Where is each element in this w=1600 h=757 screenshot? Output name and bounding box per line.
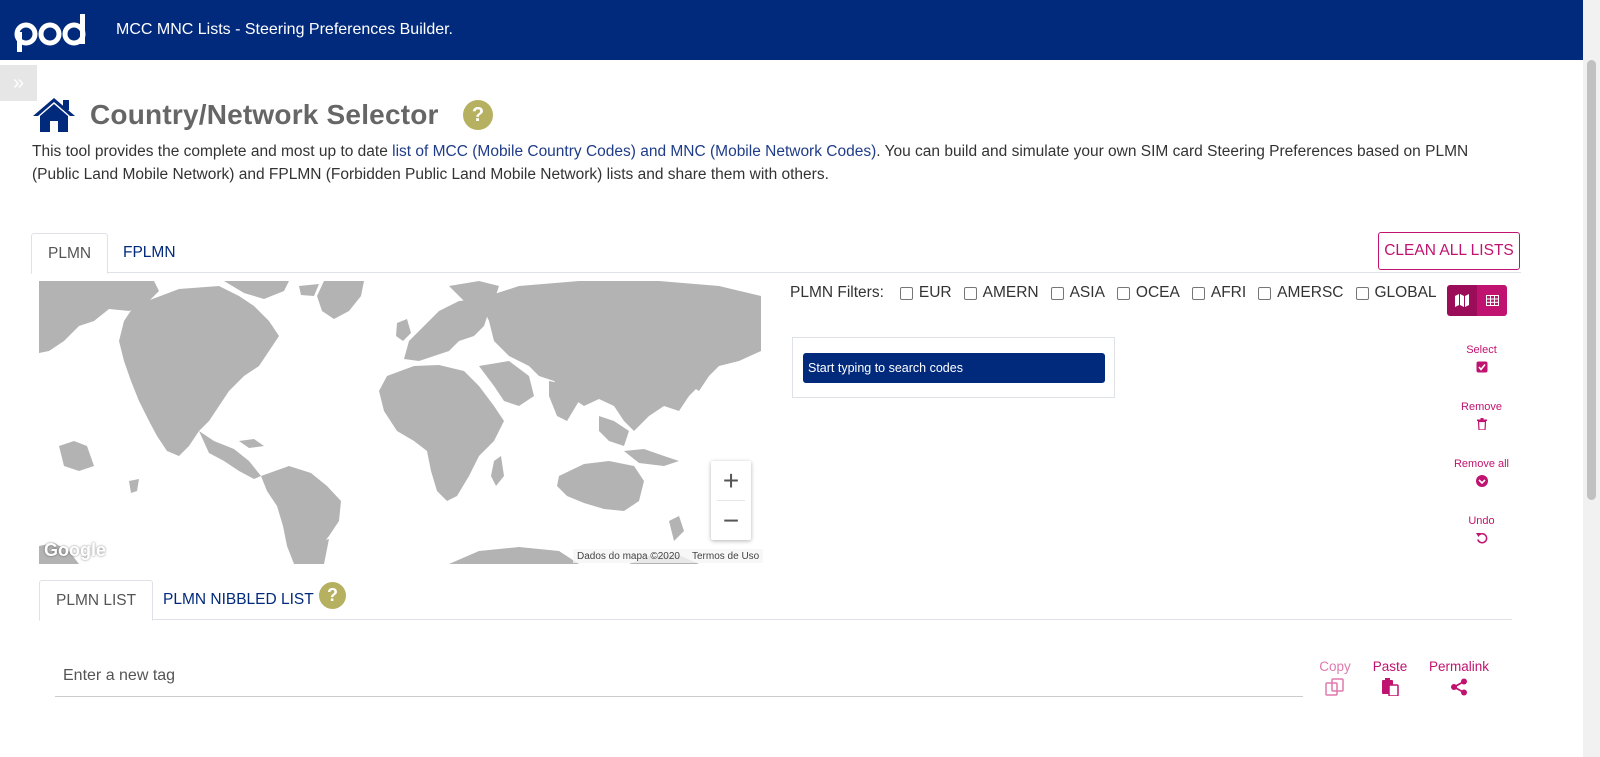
map-land-shapes [39, 281, 761, 564]
filter-checkbox[interactable] [1258, 286, 1272, 300]
list-help-icon[interactable]: ? [319, 582, 346, 609]
filter-asia[interactable]: ASIA [1050, 284, 1105, 302]
map-attribution: Dados do mapa ©2020 Termos de Uso [573, 549, 764, 563]
select-action[interactable]: Select [1445, 344, 1518, 373]
paste-icon [1382, 678, 1399, 696]
google-logo: Google [44, 540, 106, 560]
paste-label: Paste [1372, 659, 1408, 674]
page-scrollbar[interactable] [1583, 0, 1600, 757]
scrollbar-thumb[interactable] [1587, 60, 1596, 500]
minus-icon: − [722, 504, 740, 536]
trash-icon [1476, 418, 1487, 430]
table-icon [1485, 295, 1499, 306]
filter-label: GLOBAL [1374, 284, 1437, 301]
double-chevron-right-icon: » [12, 71, 25, 94]
home-icon [33, 98, 75, 132]
permalink-label: Permalink [1428, 659, 1490, 674]
filter-checkbox[interactable] [1116, 286, 1130, 300]
tab-plmn-list[interactable]: PLMN LIST [39, 580, 154, 621]
tab-fplmn[interactable]: FPLMN [107, 233, 192, 273]
copy-button[interactable]: Copy [1318, 659, 1352, 696]
remove-action[interactable]: Remove [1445, 401, 1518, 430]
permalink-button[interactable]: Permalink [1427, 659, 1491, 696]
plus-icon: + [722, 464, 740, 496]
filter-label: ASIA [1069, 284, 1105, 301]
remove-label: Remove [1461, 401, 1502, 413]
new-tag-input[interactable] [55, 655, 1303, 697]
plmn-filters: PLMN Filters: EUR AMERN ASIA OCEA AFRI A… [790, 284, 1449, 302]
filter-checkbox[interactable] [899, 286, 913, 300]
world-map[interactable] [39, 281, 761, 564]
intro-text: This tool provides the complete and most… [32, 143, 393, 160]
map-zoom-control: + − [711, 461, 751, 540]
remove-all-label: Remove all [1453, 458, 1510, 470]
filters-label: PLMN Filters: [790, 284, 884, 301]
filter-eur[interactable]: EUR [899, 284, 952, 302]
filter-global[interactable]: GLOBAL [1355, 284, 1437, 302]
checkbox-checked-icon [1476, 361, 1487, 373]
top-navbar: MCC MNC Lists - Steering Preferences Bui… [0, 0, 1584, 60]
help-icon[interactable]: ? [463, 100, 493, 130]
search-codes-input[interactable] [803, 353, 1105, 383]
arrow-circle-down-icon [1475, 475, 1488, 487]
table-view-button[interactable] [1477, 285, 1507, 316]
map-view-button[interactable] [1447, 285, 1477, 316]
filter-label: OCEA [1135, 284, 1180, 301]
map-data-attribution: Dados do mapa ©2020 [577, 550, 680, 562]
copy-label: Copy [1319, 659, 1351, 674]
page-title: Country/Network Selector [90, 99, 439, 130]
filter-checkbox[interactable] [1191, 286, 1205, 300]
filter-label: AMERN [982, 284, 1039, 301]
map-icon [1455, 294, 1469, 307]
zoom-in-button[interactable]: + [711, 461, 751, 500]
map-terms-link[interactable]: Termos de Uso [692, 551, 759, 562]
filter-label: EUR [918, 284, 952, 301]
mcc-mnc-list-link[interactable]: list of MCC (Mobile Country Codes) and M… [392, 143, 876, 160]
filter-label: AFRI [1210, 284, 1247, 301]
filter-label: AMERSC [1277, 284, 1344, 301]
undo-label: Undo [1468, 515, 1495, 527]
plmn-list-tabs: PLMN LIST PLMN NIBBLED LIST [39, 580, 1512, 621]
select-label: Select [1466, 344, 1497, 356]
pod-logo[interactable] [14, 8, 88, 52]
filter-amern[interactable]: AMERN [963, 284, 1039, 302]
intro-paragraph: This tool provides the complete and most… [32, 140, 1502, 186]
list-type-tabs: PLMN FPLMN [31, 233, 1521, 274]
copy-icon [1325, 678, 1344, 696]
clean-all-lists-button[interactable]: CLEAN ALL LISTS [1378, 232, 1520, 270]
filter-amersc[interactable]: AMERSC [1258, 284, 1344, 302]
app-title: MCC MNC Lists - Steering Preferences Bui… [116, 21, 453, 38]
search-card [792, 337, 1115, 398]
paste-button[interactable]: Paste [1372, 659, 1408, 696]
remove-all-action[interactable]: Remove all [1445, 458, 1518, 487]
share-icon [1451, 678, 1467, 696]
view-toggle [1447, 285, 1508, 316]
undo-action[interactable]: Undo [1445, 515, 1518, 544]
filter-checkbox[interactable] [1050, 286, 1064, 300]
filter-checkbox[interactable] [963, 286, 977, 300]
filter-ocea[interactable]: OCEA [1116, 284, 1180, 302]
zoom-out-button[interactable]: − [711, 501, 751, 540]
undo-icon [1475, 533, 1487, 544]
tab-plmn-nibbled-list[interactable]: PLMN NIBBLED LIST [147, 580, 330, 620]
tab-plmn[interactable]: PLMN [31, 233, 109, 274]
page-header: Country/Network Selector [32, 96, 439, 134]
filter-afri[interactable]: AFRI [1191, 284, 1247, 302]
filter-checkbox[interactable] [1355, 286, 1369, 300]
